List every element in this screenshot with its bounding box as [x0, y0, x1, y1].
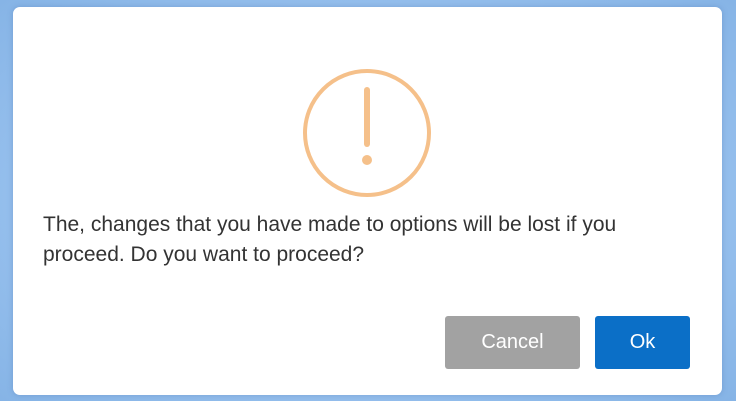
- dialog-message: The, changes that you have made to optio…: [43, 213, 617, 266]
- confirm-dialog: The, changes that you have made to optio…: [13, 7, 722, 395]
- cancel-button[interactable]: Cancel: [445, 316, 580, 369]
- ok-button[interactable]: Ok: [595, 316, 690, 369]
- warning-exclamation-icon: [303, 69, 431, 197]
